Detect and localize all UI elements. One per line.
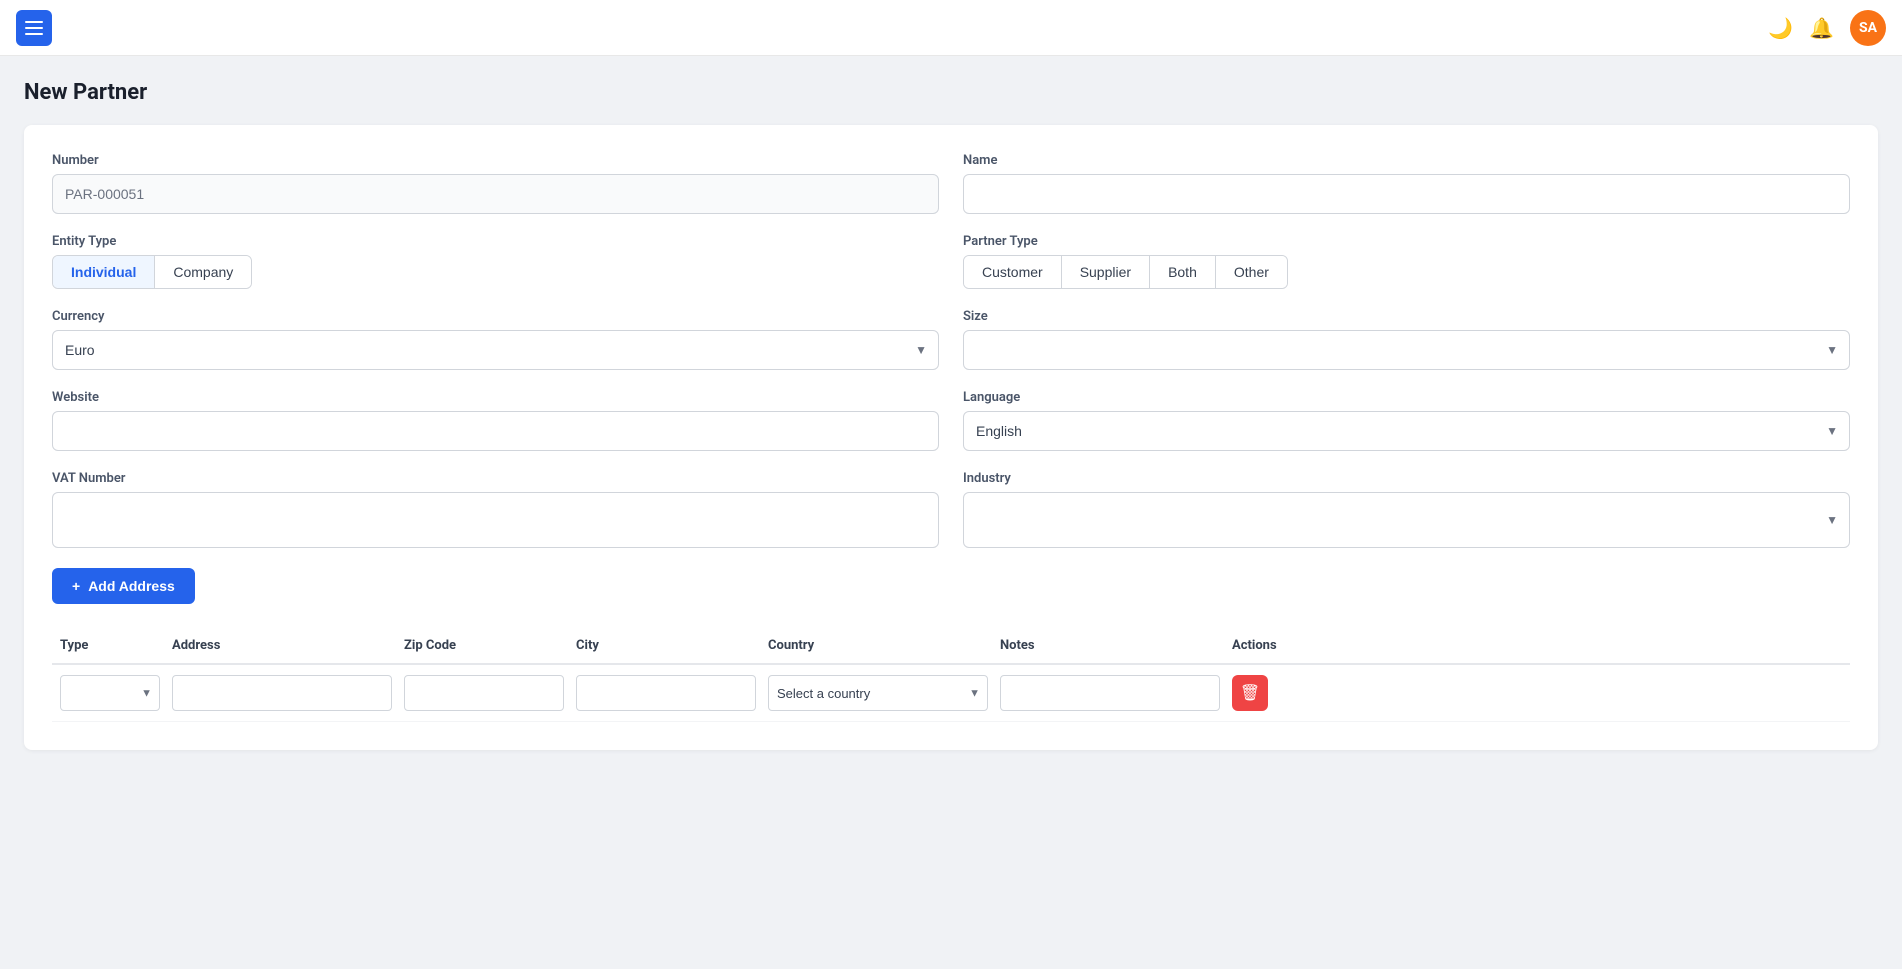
partner-type-other[interactable]: Other	[1216, 256, 1287, 288]
col-type: Type	[60, 638, 160, 653]
website-group: Website	[52, 390, 939, 451]
row-country-wrapper: Select a country France Germany USA UK ▼	[768, 675, 988, 711]
partner-type-supplier[interactable]: Supplier	[1062, 256, 1150, 288]
col-zipcode: Zip Code	[404, 638, 564, 653]
size-select[interactable]: Small Medium Large	[963, 330, 1850, 370]
entity-type-label: Entity Type	[52, 234, 939, 249]
language-label: Language	[963, 390, 1850, 405]
currency-group: Currency Euro USD GBP ▼	[52, 309, 939, 370]
col-city: City	[576, 638, 756, 653]
entity-type-group: Entity Type Individual Company	[52, 234, 939, 289]
language-group: Language English French German Spanish ▼	[963, 390, 1850, 451]
industry-select-wrapper: Technology Finance Healthcare ▼	[963, 492, 1850, 548]
currency-select-wrapper: Euro USD GBP ▼	[52, 330, 939, 370]
vat-input[interactable]	[52, 492, 939, 548]
size-label: Size	[963, 309, 1850, 324]
moon-icon[interactable]: 🌙	[1768, 16, 1793, 40]
entity-type-toggle: Individual Company	[52, 255, 252, 289]
row-type-wrapper: Home Work Other ▼	[60, 675, 160, 711]
header-left	[16, 10, 52, 46]
name-group: Name	[963, 153, 1850, 214]
avatar[interactable]: SA	[1850, 10, 1886, 46]
add-address-button[interactable]: + Add Address	[52, 568, 195, 604]
row-notes-input[interactable]	[1000, 675, 1220, 711]
form-row-5: VAT Number Industry Technology Finance H…	[52, 471, 1850, 548]
language-select[interactable]: English French German Spanish	[963, 411, 1850, 451]
industry-group: Industry Technology Finance Healthcare ▼	[963, 471, 1850, 548]
partner-type-both[interactable]: Both	[1150, 256, 1216, 288]
name-input[interactable]	[963, 174, 1850, 214]
add-address-label: Add Address	[88, 578, 175, 594]
name-label: Name	[963, 153, 1850, 168]
delete-row-button[interactable]: 🗑	[1232, 675, 1268, 711]
website-label: Website	[52, 390, 939, 405]
add-address-plus-icon: +	[72, 578, 80, 594]
row-city-input[interactable]	[576, 675, 756, 711]
partner-type-label: Partner Type	[963, 234, 1850, 249]
trash-icon: 🗑	[1240, 683, 1260, 703]
col-address: Address	[172, 638, 392, 653]
header: 🌙 🔔 SA	[0, 0, 1902, 56]
currency-label: Currency	[52, 309, 939, 324]
header-right: 🌙 🔔 SA	[1768, 10, 1886, 46]
industry-select[interactable]: Technology Finance Healthcare	[963, 492, 1850, 548]
vat-label: VAT Number	[52, 471, 939, 486]
row-type-select[interactable]: Home Work Other	[60, 675, 160, 711]
row-country-select[interactable]: Select a country France Germany USA UK	[768, 675, 988, 711]
form-row-3: Currency Euro USD GBP ▼ Size Small	[52, 309, 1850, 370]
form-row-1: Number Name	[52, 153, 1850, 214]
size-group: Size Small Medium Large ▼	[963, 309, 1850, 370]
industry-label: Industry	[963, 471, 1850, 486]
row-address-input[interactable]	[172, 675, 392, 711]
bell-icon[interactable]: 🔔	[1809, 16, 1834, 40]
form-row-2: Entity Type Individual Company Partner T…	[52, 234, 1850, 289]
col-country: Country	[768, 638, 988, 653]
number-input[interactable]	[52, 174, 939, 214]
form-card: Number Name Entity Type Individual Compa…	[24, 125, 1878, 750]
col-actions: Actions	[1232, 638, 1312, 653]
number-label: Number	[52, 153, 939, 168]
menu-button[interactable]	[16, 10, 52, 46]
address-section: Type Address Zip Code City Country Notes…	[52, 628, 1850, 722]
form-row-4: Website Language English French German S…	[52, 390, 1850, 451]
table-row: Home Work Other ▼ Select a country Franc…	[52, 665, 1850, 722]
number-group: Number	[52, 153, 939, 214]
table-header: Type Address Zip Code City Country Notes…	[52, 628, 1850, 665]
size-select-wrapper: Small Medium Large ▼	[963, 330, 1850, 370]
currency-select[interactable]: Euro USD GBP	[52, 330, 939, 370]
row-zipcode-input[interactable]	[404, 675, 564, 711]
main-content: New Partner Number Name Entity Type Indi…	[0, 56, 1902, 913]
page-title: New Partner	[24, 80, 1878, 105]
entity-type-company[interactable]: Company	[155, 256, 251, 288]
entity-type-individual[interactable]: Individual	[53, 256, 155, 288]
website-input[interactable]	[52, 411, 939, 451]
partner-type-group: Partner Type Customer Supplier Both Othe…	[963, 234, 1850, 289]
vat-group: VAT Number	[52, 471, 939, 548]
partner-type-customer[interactable]: Customer	[964, 256, 1062, 288]
col-notes: Notes	[1000, 638, 1220, 653]
partner-type-toggle: Customer Supplier Both Other	[963, 255, 1288, 289]
language-select-wrapper: English French German Spanish ▼	[963, 411, 1850, 451]
